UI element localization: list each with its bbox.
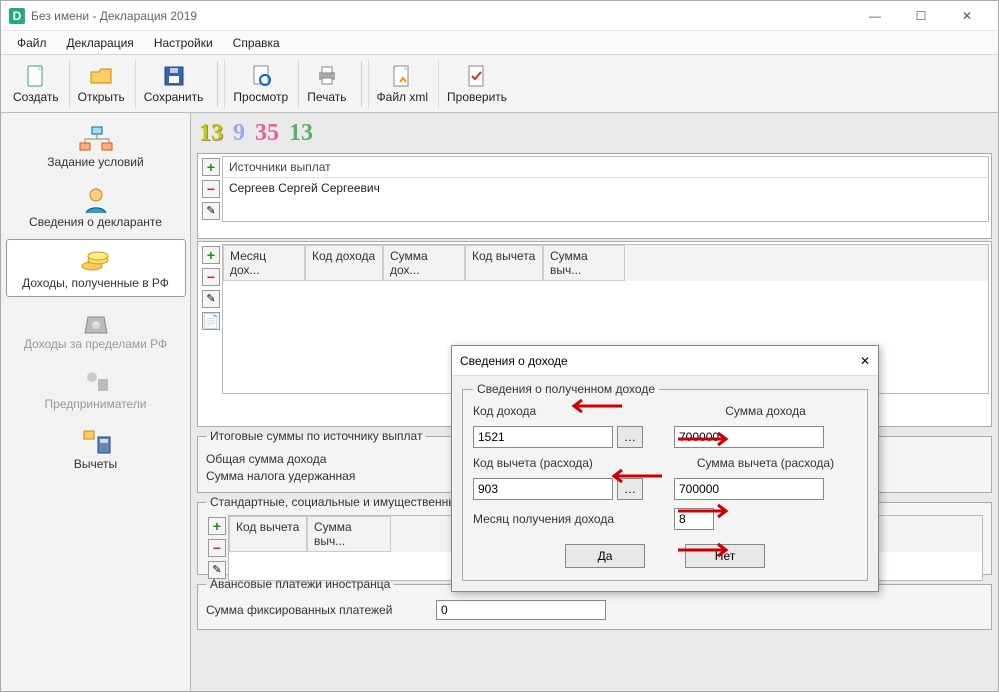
dialog-ok-button[interactable]: Да	[565, 544, 645, 568]
advance-legend: Авансовые платежи иностранца	[206, 577, 394, 591]
check-icon	[465, 64, 489, 88]
label-income-code: Код дохода	[473, 404, 656, 418]
income-remove-button[interactable]: −	[202, 268, 220, 286]
maximize-button[interactable]: ☐	[898, 1, 944, 31]
titlebar: D Без имени - Декларация 2019 — ☐ ✕	[1, 1, 998, 31]
std-add-button[interactable]: +	[208, 517, 226, 535]
app-icon: D	[9, 8, 25, 24]
sidebar-item-deductions[interactable]: Вычеты	[6, 421, 186, 477]
sources-toolbar: + − ✎	[200, 156, 222, 222]
file-new-icon	[24, 64, 48, 88]
folder-open-icon	[89, 64, 113, 88]
sources-panel: + − ✎ Источники выплат Сергеев Сергей Се…	[197, 153, 992, 239]
sources-header: Источники выплат	[223, 157, 988, 178]
main-area: 13 9 35 13 + − ✎ Источники выплат Сергее…	[191, 113, 998, 691]
totals-legend: Итоговые суммы по источнику выплат	[206, 429, 426, 443]
source-row[interactable]: Сергеев Сергей Сергеевич	[223, 178, 988, 198]
dialog-title: Сведения о доходе	[460, 354, 568, 368]
app-window: D Без имени - Декларация 2019 — ☐ ✕ Файл…	[0, 0, 999, 692]
menu-file[interactable]: Файл	[7, 34, 57, 52]
dialog-titlebar: Сведения о доходе ✕	[452, 346, 878, 376]
dialog-close-button[interactable]: ✕	[860, 354, 870, 368]
sidebar-item-declarant[interactable]: Сведения о декларанте	[6, 179, 186, 235]
dialog-fieldset: Сведения о полученном доходе Код дохода …	[462, 382, 868, 581]
preview-icon	[249, 64, 273, 88]
label-deduction-code: Код вычета (расхода)	[473, 456, 656, 470]
save-button[interactable]: Сохранить	[135, 59, 212, 109]
income-dialog: Сведения о доходе ✕ Сведения о полученно…	[451, 345, 879, 592]
menubar: Файл Декларация Настройки Справка	[1, 31, 998, 55]
preview-button[interactable]: Просмотр	[224, 59, 296, 109]
sidebar-item-conditions[interactable]: Задание условий	[6, 119, 186, 175]
rate-tab-13[interactable]: 13	[199, 120, 223, 147]
bag-icon	[78, 307, 114, 337]
std-toolbar: + − ✎	[206, 515, 228, 581]
lookup-income-code-button[interactable]: …	[617, 426, 643, 448]
tax-rate-tabs: 13 9 35 13	[193, 115, 996, 151]
income-grid-head: Месяц дох... Код дохода Сумма дох... Код…	[223, 245, 988, 281]
toolbar: Создать Открыть Сохранить Просмотр Печат…	[1, 55, 998, 113]
label-income-sum: Сумма дохода	[674, 404, 857, 418]
rate-tab-9[interactable]: 9	[233, 120, 245, 147]
save-icon	[162, 64, 186, 88]
xml-button[interactable]: Файл xml	[368, 59, 437, 109]
open-button[interactable]: Открыть	[69, 59, 133, 109]
window-title: Без имени - Декларация 2019	[31, 9, 197, 23]
std-remove-button[interactable]: −	[208, 539, 226, 557]
menu-help[interactable]: Справка	[223, 34, 290, 52]
income-edit-button[interactable]: ✎	[202, 290, 220, 308]
input-income-code[interactable]	[473, 426, 613, 448]
sidebar-item-income-abroad: Доходы за пределами РФ	[6, 301, 186, 357]
input-income-sum[interactable]	[674, 426, 824, 448]
check-button[interactable]: Проверить	[438, 59, 515, 109]
calc-icon	[78, 427, 114, 457]
minimize-button[interactable]: —	[852, 1, 898, 31]
input-month[interactable]	[674, 508, 714, 530]
menu-settings[interactable]: Настройки	[144, 34, 223, 52]
lookup-deduction-code-button[interactable]: …	[617, 478, 643, 500]
rate-tab-13-div[interactable]: 13	[289, 120, 313, 147]
sidebar-item-entrepreneurs: Предприниматели	[6, 361, 186, 417]
sidebar-item-income-rf[interactable]: Доходы, полученные в РФ	[6, 239, 186, 297]
entrepreneur-icon	[78, 367, 114, 397]
person-icon	[78, 185, 114, 215]
label-deduction-sum: Сумма вычета (расхода)	[674, 456, 857, 470]
create-button[interactable]: Создать	[5, 59, 67, 109]
source-add-button[interactable]: +	[202, 158, 220, 176]
rate-tab-35[interactable]: 35	[255, 120, 279, 147]
source-edit-button[interactable]: ✎	[202, 202, 220, 220]
source-remove-button[interactable]: −	[202, 180, 220, 198]
menu-declaration[interactable]: Декларация	[57, 34, 144, 52]
input-deduction-code[interactable]	[473, 478, 613, 500]
coins-icon	[78, 246, 114, 276]
label-month: Месяц получения дохода	[473, 512, 656, 526]
dialog-cancel-button[interactable]: Нет	[685, 544, 765, 568]
sidebar: Задание условий Сведения о декларанте До…	[1, 113, 191, 691]
tree-icon	[78, 125, 114, 155]
sources-list[interactable]: Источники выплат Сергеев Сергей Сергееви…	[222, 156, 989, 222]
close-button[interactable]: ✕	[944, 1, 990, 31]
income-toolbar: + − ✎ 📄	[200, 244, 222, 394]
input-deduction-sum[interactable]	[674, 478, 824, 500]
printer-icon	[315, 64, 339, 88]
xml-icon	[390, 64, 414, 88]
content: Задание условий Сведения о декларанте До…	[1, 113, 998, 691]
income-add-button[interactable]: +	[202, 246, 220, 264]
advance-input[interactable]	[436, 600, 606, 620]
income-copy-button[interactable]: 📄	[202, 312, 220, 330]
print-button[interactable]: Печать	[298, 59, 354, 109]
